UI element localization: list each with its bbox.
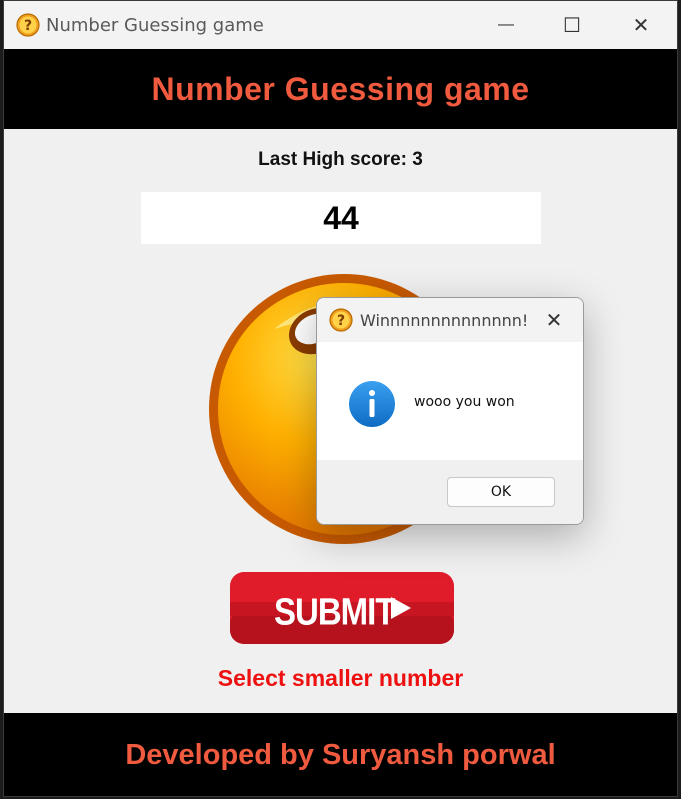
close-button[interactable]: ✕: [609, 1, 673, 49]
page-title: Number Guessing game: [151, 70, 530, 107]
win-message-dialog: ? Winnnnnnnnnnnnnn! ✕ wooo you won OK: [316, 297, 584, 525]
header-banner: Number Guessing game: [4, 49, 677, 129]
footer-banner: Developed by Suryansh porwal: [4, 713, 677, 796]
ok-button[interactable]: OK: [447, 477, 555, 507]
submit-button[interactable]: SUBMIT: [230, 572, 454, 644]
submit-button-label: SUBMIT: [274, 590, 395, 633]
info-icon: [349, 381, 395, 427]
help-question-icon: ?: [329, 308, 353, 332]
minimize-button[interactable]: —: [474, 1, 538, 49]
dialog-message: wooo you won: [414, 394, 515, 410]
dialog-title: Winnnnnnnnnnnnnn!: [360, 311, 529, 330]
window-title: Number Guessing game: [46, 15, 264, 36]
minimize-icon: —: [498, 16, 514, 33]
svg-text:?: ?: [337, 313, 345, 329]
close-icon: ✕: [545, 308, 563, 332]
footer-credit: Developed by Suryansh porwal: [125, 739, 556, 771]
guess-input[interactable]: [141, 192, 541, 244]
high-score-label: Last High score: 3: [258, 149, 423, 170]
help-question-icon: ?: [16, 13, 40, 37]
window-titlebar[interactable]: ? Number Guessing game — ☐ ✕: [4, 1, 677, 49]
dialog-footer: OK: [317, 460, 583, 524]
dialog-body: wooo you won: [317, 342, 583, 460]
close-icon: ✕: [632, 14, 650, 37]
dialog-close-button[interactable]: ✕: [539, 306, 569, 334]
svg-text:?: ?: [24, 18, 32, 34]
maximize-button[interactable]: ☐: [540, 1, 604, 49]
dialog-titlebar[interactable]: ? Winnnnnnnnnnnnnn! ✕: [317, 298, 583, 342]
maximize-icon: ☐: [563, 14, 581, 37]
hint-message: Select smaller number: [217, 665, 464, 691]
